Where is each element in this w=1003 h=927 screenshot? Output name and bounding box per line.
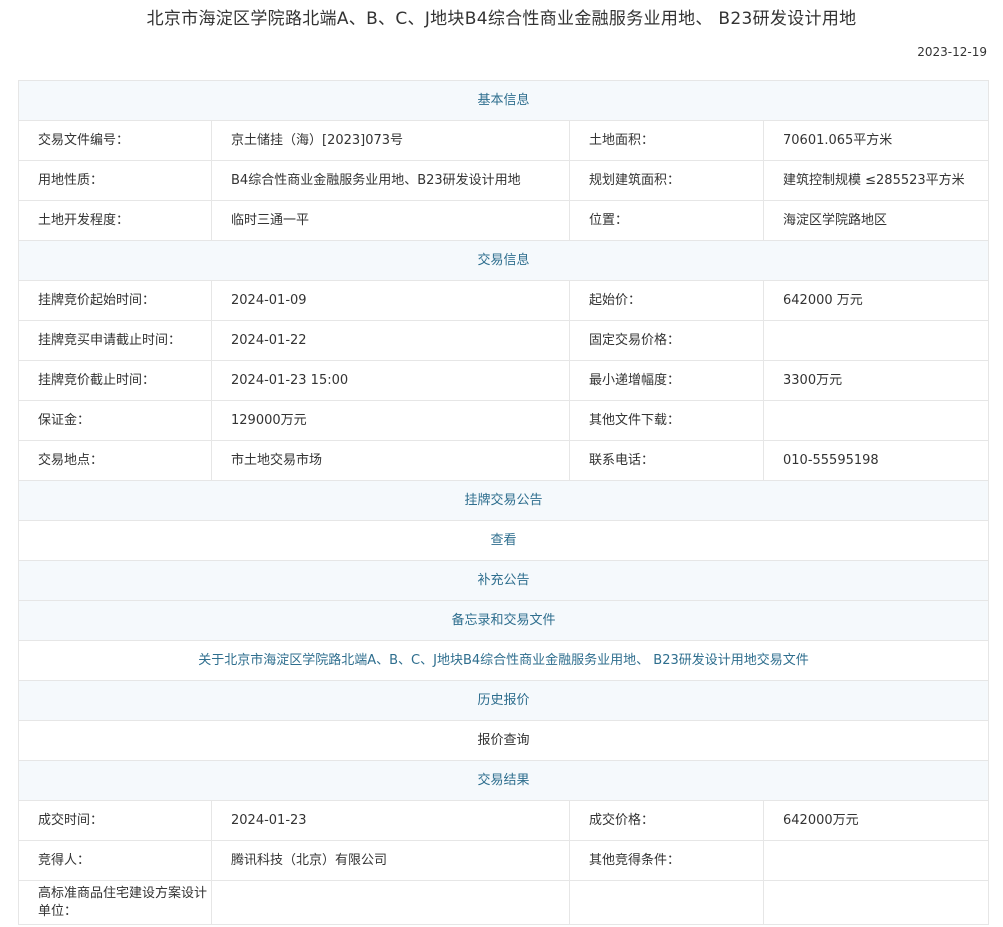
- section-trade-result: 交易结果: [17, 760, 990, 801]
- section-title: 交易信息: [17, 240, 990, 281]
- field-label: 土地开发程度：: [18, 200, 212, 241]
- location-value: 海淀区学院路地区: [762, 200, 990, 241]
- section-memo-files: 备忘录和交易文件: [17, 600, 990, 641]
- field-label: 成交时间：: [18, 800, 212, 841]
- section-supplement: 补充公告: [17, 560, 990, 601]
- field-label: 土地面积：: [569, 120, 764, 161]
- field-label: 起始价：: [569, 280, 764, 321]
- phone-value: 010-55595198: [762, 440, 990, 481]
- field-label: 挂牌竞价起始时间：: [18, 280, 212, 321]
- table-row: 关于北京市海淀区学院路北端A、B、C、J地块B4综合性商业金融服务业用地、 B2…: [17, 640, 990, 681]
- field-label: 成交价格：: [569, 800, 764, 841]
- building-area-value: 建筑控制规模 ≤285523平方米: [762, 160, 990, 201]
- section-title: 备忘录和交易文件: [17, 600, 990, 641]
- table-row: 交易文件编号： 京土储挂（海）[2023]073号 土地面积： 70601.06…: [18, 120, 990, 161]
- winner-value: 腾讯科技（北京）有限公司: [211, 840, 570, 881]
- section-history-quotes: 历史报价: [17, 680, 990, 721]
- table-row: 交易地点： 市土地交易市场 联系电话： 010-55595198: [18, 440, 990, 481]
- view-notice-link[interactable]: 查看: [17, 520, 990, 561]
- deposit-value: 129000万元: [211, 400, 570, 441]
- bid-deadline-value: 2024-01-23 15:00: [211, 360, 570, 401]
- section-title: 历史报价: [17, 680, 990, 721]
- table-row: 竞得人： 腾讯科技（北京）有限公司 其他竞得条件：: [18, 840, 990, 881]
- table-row: 挂牌竞价截止时间： 2024-01-23 15:00 最小递增幅度： 3300万…: [18, 360, 990, 401]
- trade-file-link[interactable]: 关于北京市海淀区学院路北端A、B、C、J地块B4综合性商业金融服务业用地、 B2…: [17, 640, 990, 681]
- field-label: 固定交易价格：: [569, 320, 764, 361]
- land-info-table: 基本信息 交易文件编号： 京土储挂（海）[2023]073号 土地面积： 706…: [17, 80, 990, 925]
- section-title: 挂牌交易公告: [17, 480, 990, 521]
- field-label: 交易地点：: [18, 440, 212, 481]
- section-title: 基本信息: [17, 80, 990, 121]
- field-label: 挂牌竞价截止时间：: [18, 360, 212, 401]
- table-row: 报价查询: [17, 720, 990, 761]
- trade-place-value: 市土地交易市场: [211, 440, 570, 481]
- section-title: 交易结果: [17, 760, 990, 801]
- table-row: 高标准商品住宅建设方案设计单位：: [18, 880, 990, 925]
- other-conditions-value: [762, 840, 990, 881]
- field-label: 竞得人：: [18, 840, 212, 881]
- table-row: 挂牌竞价起始时间： 2024-01-09 起始价： 642000 万元: [18, 280, 990, 321]
- table-row: 挂牌竞买申请截止时间： 2024-01-22 固定交易价格：: [18, 320, 990, 361]
- empty-cell: [762, 880, 990, 925]
- section-notice: 挂牌交易公告: [17, 480, 990, 521]
- min-increment-value: 3300万元: [762, 360, 990, 401]
- deal-price-value: 642000万元: [762, 800, 990, 841]
- file-number-value: 京土储挂（海）[2023]073号: [211, 120, 570, 161]
- publish-date: 2023-12-19: [917, 45, 987, 59]
- field-label: 用地性质：: [18, 160, 212, 201]
- quote-query-link[interactable]: 报价查询: [17, 720, 990, 761]
- field-label: 规划建筑面积：: [569, 160, 764, 201]
- field-label: 最小递增幅度：: [569, 360, 764, 401]
- table-row: 保证金： 129000万元 其他文件下载：: [18, 400, 990, 441]
- deal-time-value: 2024-01-23: [211, 800, 570, 841]
- land-use-value: B4综合性商业金融服务业用地、B23研发设计用地: [211, 160, 570, 201]
- field-label: 联系电话：: [569, 440, 764, 481]
- field-label: 其他文件下载：: [569, 400, 764, 441]
- section-trade-info: 交易信息: [17, 240, 990, 281]
- fixed-price-value: [762, 320, 990, 361]
- field-label: 高标准商品住宅建设方案设计单位：: [18, 880, 212, 925]
- field-label: 其他竞得条件：: [569, 840, 764, 881]
- section-title: 补充公告: [17, 560, 990, 601]
- section-basic-info: 基本信息: [17, 80, 990, 121]
- table-row: 成交时间： 2024-01-23 成交价格： 642000万元: [18, 800, 990, 841]
- empty-cell: [569, 880, 764, 925]
- table-row: 土地开发程度： 临时三通一平 位置： 海淀区学院路地区: [18, 200, 990, 241]
- field-label: 挂牌竞买申请截止时间：: [18, 320, 212, 361]
- apply-deadline-value: 2024-01-22: [211, 320, 570, 361]
- table-row: 用地性质： B4综合性商业金融服务业用地、B23研发设计用地 规划建筑面积： 建…: [18, 160, 990, 201]
- start-price-value: 642000 万元: [762, 280, 990, 321]
- field-label: 交易文件编号：: [18, 120, 212, 161]
- design-unit-value: [211, 880, 570, 925]
- table-row: 查看: [17, 520, 990, 561]
- field-label: 位置：: [569, 200, 764, 241]
- field-label: 保证金：: [18, 400, 212, 441]
- bid-start-value: 2024-01-09: [211, 280, 570, 321]
- other-files-value: [762, 400, 990, 441]
- page-title: 北京市海淀区学院路北端A、B、C、J地块B4综合性商业金融服务业用地、 B23研…: [146, 9, 857, 29]
- land-area-value: 70601.065平方米: [762, 120, 990, 161]
- development-level-value: 临时三通一平: [211, 200, 570, 241]
